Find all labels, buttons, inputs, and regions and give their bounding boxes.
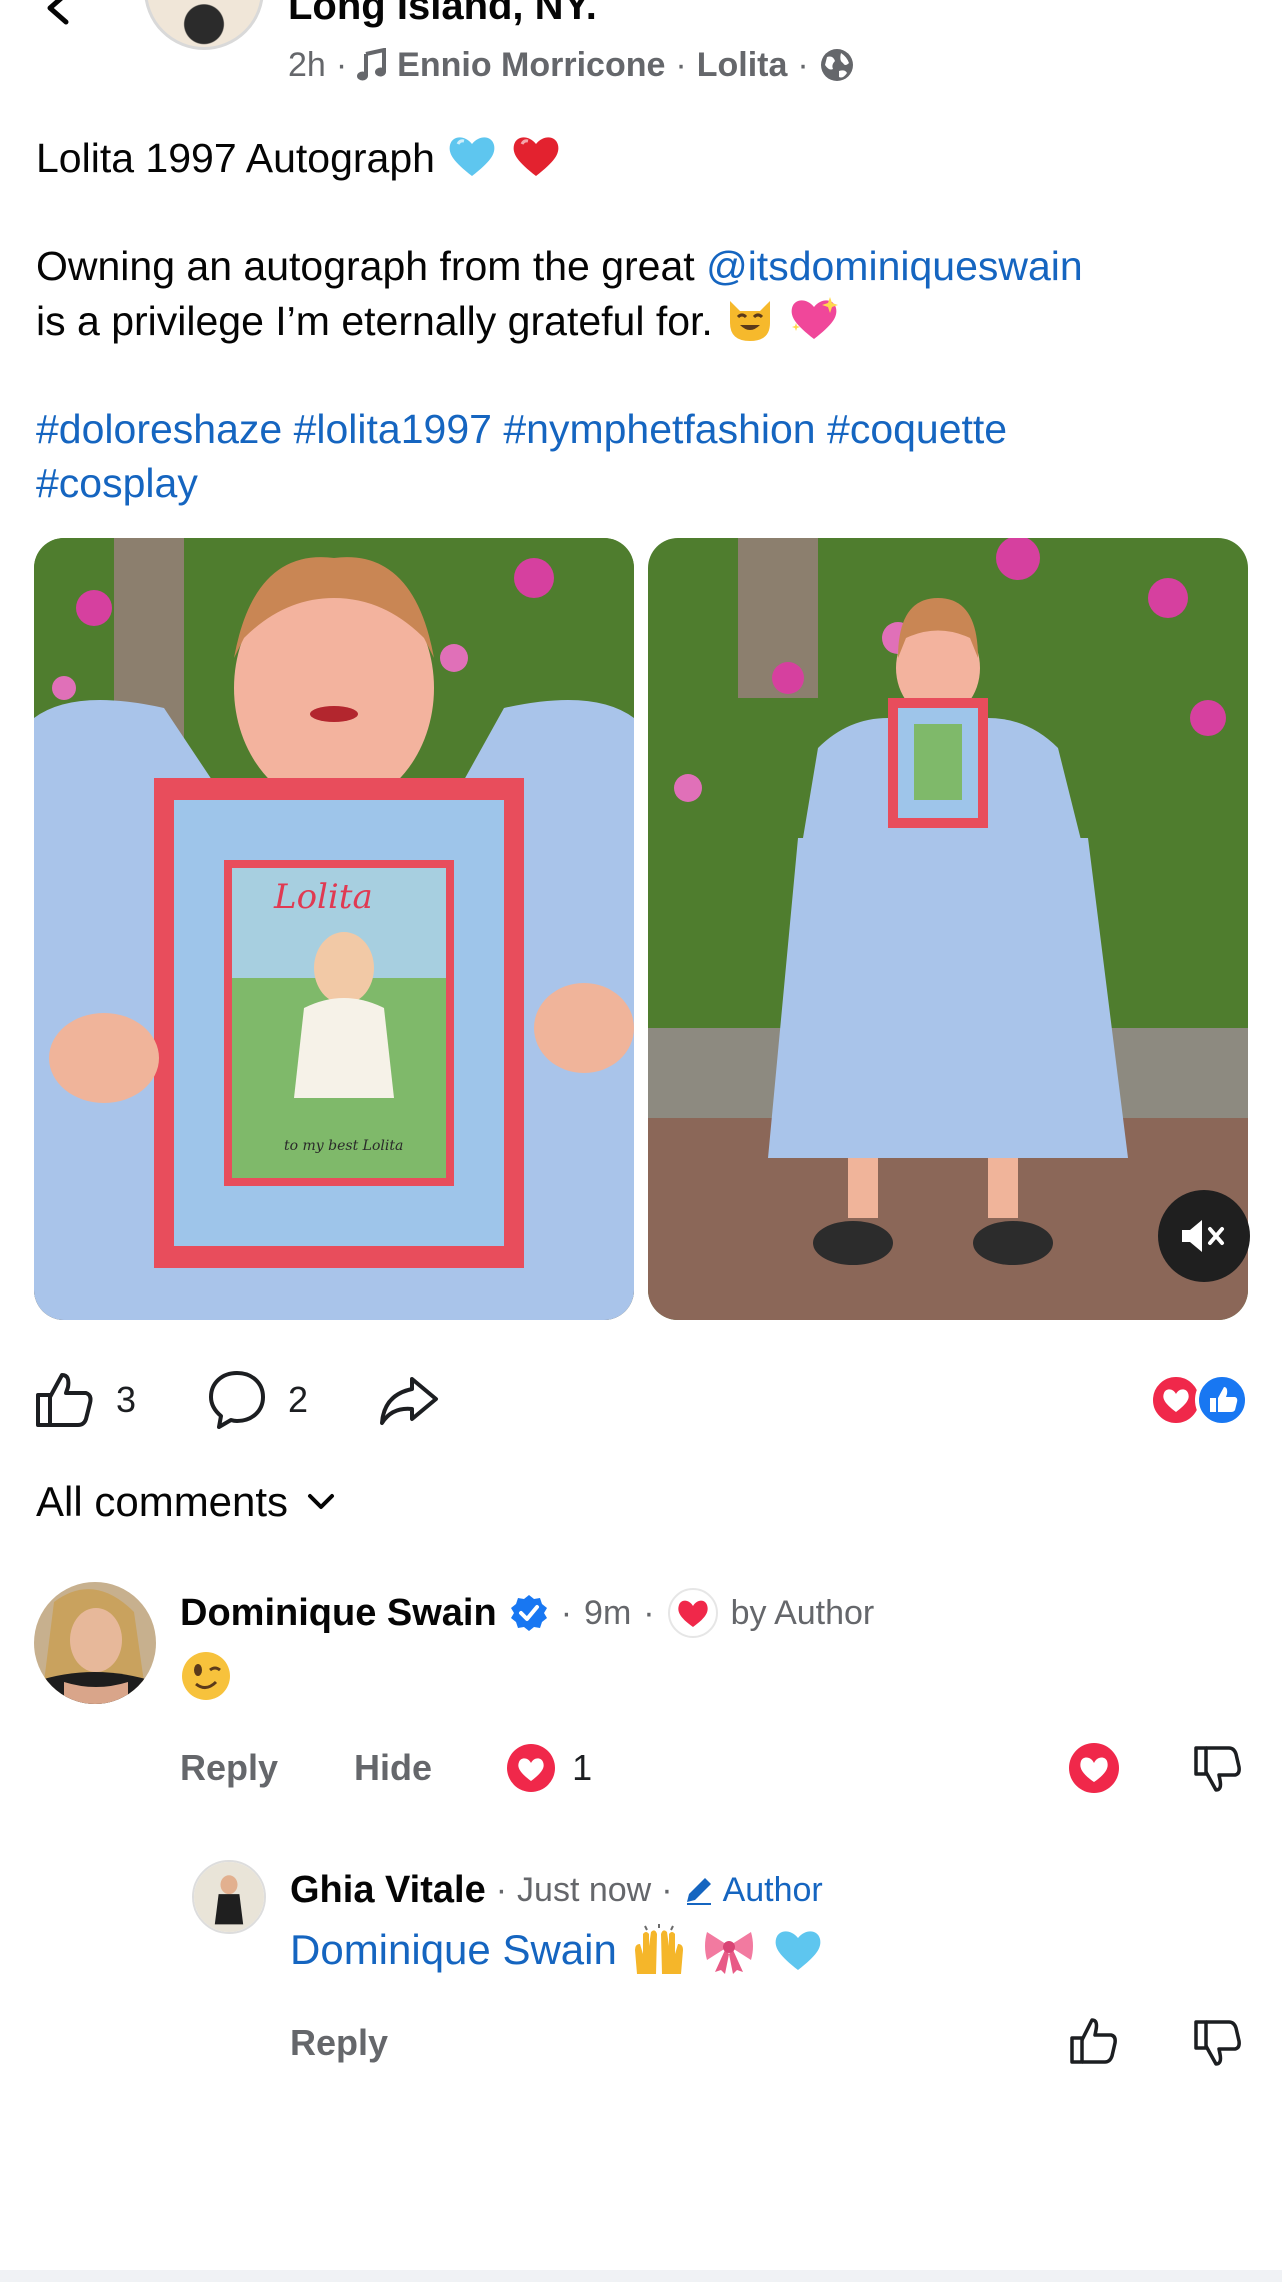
closeup-photo-image: Lolita to my best Lolita	[34, 538, 634, 1320]
reply-button[interactable]: Reply	[180, 1747, 278, 1789]
post-actions-bar: 3 2	[34, 1365, 440, 1435]
thumbs-up-icon[interactable]	[1068, 2016, 1120, 2068]
comment-filter-dropdown[interactable]: All comments	[36, 1478, 336, 1526]
post-meta: 2h · Ennio Morricone · Lolita ·	[288, 44, 855, 86]
globe-icon	[820, 49, 853, 81]
author-avatar[interactable]	[144, 0, 264, 50]
hide-button[interactable]: Hide	[354, 1747, 432, 1789]
comment-bubble-icon	[209, 1371, 266, 1429]
hashtag-line: #doloreshaze #lolita1997 #nymphetfashion…	[36, 402, 1256, 456]
comment-header: Dominique Swain · 9m · by Author	[180, 1588, 874, 1638]
commenter-avatar[interactable]	[34, 1582, 156, 1704]
mention-link[interactable]: @itsdominiqueswain	[706, 243, 1083, 289]
hashtag-link[interactable]: #cosplay	[36, 460, 198, 506]
thumbs-up-icon	[36, 1373, 93, 1427]
music-note-icon	[357, 48, 387, 81]
share-arrow-icon	[380, 1377, 439, 1425]
winking-face-emoji	[182, 1652, 230, 1700]
hashtag-link[interactable]: #coquette	[827, 406, 1007, 452]
post-video-fullbody[interactable]	[648, 538, 1248, 1320]
reply-button[interactable]: Reply	[290, 2022, 388, 2064]
music-artist[interactable]: Ennio Morricone	[397, 46, 665, 85]
reply-author-avatar[interactable]	[192, 1860, 266, 1934]
post-caption: Lolita 1997 Autograph Owning an autograp…	[36, 130, 1256, 510]
hashtag-link[interactable]: #nymphetfashion	[503, 406, 815, 452]
post-detail-page: Long Island, NY. 2h · Ennio Morricone · …	[0, 0, 1282, 2282]
love-comment-button-icon[interactable]	[1068, 1742, 1120, 1794]
music-track[interactable]: Lolita	[697, 46, 788, 85]
reply-time: Just now	[517, 1870, 652, 1909]
post-title-line: Lolita 1997 Autograph	[36, 130, 1256, 185]
ribbon-emoji	[704, 1932, 753, 1974]
comment-actions: Reply Hide 1	[180, 1740, 592, 1796]
heart-reaction-icon	[507, 1744, 556, 1792]
chevron-down-icon	[308, 1494, 335, 1509]
back-arrow-icon[interactable]	[40, 0, 100, 30]
mute-toggle-button[interactable]	[1158, 1190, 1250, 1282]
post-body: Owning an autograph from the great @itsd…	[36, 243, 1083, 289]
frame-logo-text: Lolita	[273, 877, 373, 917]
reply-text: Dominique Swain	[290, 1924, 825, 1976]
red-heart-emoji	[513, 137, 559, 176]
frame-signature-text: to my best Lolita	[284, 1138, 403, 1154]
like-button[interactable]: 3	[34, 1369, 136, 1431]
hashtag-link[interactable]: #lolita1997	[294, 406, 492, 452]
comment-reaction-count[interactable]: 1	[506, 1743, 592, 1793]
smiling-cat-emoji	[730, 301, 771, 341]
light-blue-heart-emoji	[449, 137, 495, 176]
pencil-icon	[686, 1878, 711, 1905]
hashtag-link[interactable]: #doloreshaze	[36, 406, 282, 452]
comment-count: 2	[288, 1379, 309, 1420]
fullbody-video-frame	[648, 538, 1248, 1320]
comment-time: 9m	[584, 1593, 632, 1632]
reaction-summary[interactable]	[1148, 1372, 1252, 1428]
thumbs-down-icon[interactable]	[1192, 1742, 1244, 1794]
reply-mention-link[interactable]: Dominique Swain	[290, 1926, 617, 1974]
reply-author-name[interactable]: Ghia Vitale	[290, 1869, 486, 1912]
post-time: 2h	[288, 45, 326, 84]
commenter-name[interactable]: Dominique Swain	[180, 1592, 497, 1635]
comment-text	[180, 1650, 232, 1707]
comment-filter-label: All comments	[36, 1478, 289, 1525]
bottom-divider	[0, 2270, 1282, 2282]
raising-hands-emoji	[634, 1924, 683, 1974]
liked-by-author-label: by Author	[730, 1593, 875, 1632]
comment-button[interactable]: 2	[206, 1369, 308, 1431]
post-location[interactable]: Long Island, NY.	[288, 0, 597, 30]
thumbs-down-icon[interactable]	[1192, 2016, 1244, 2068]
muted-speaker-icon	[1182, 1220, 1224, 1252]
like-count: 3	[116, 1379, 137, 1420]
sparkling-heart-emoji	[791, 297, 838, 339]
light-blue-heart-emoji	[775, 1931, 821, 1970]
post-photo-closeup[interactable]: Lolita to my best Lolita	[34, 538, 634, 1320]
share-button[interactable]	[378, 1369, 440, 1431]
author-badge: Author	[683, 1871, 823, 1910]
author-heart-icon	[667, 1588, 718, 1638]
verified-badge-icon	[510, 1595, 547, 1631]
reply-header: Ghia Vitale · Just now · Author	[290, 1868, 823, 1912]
